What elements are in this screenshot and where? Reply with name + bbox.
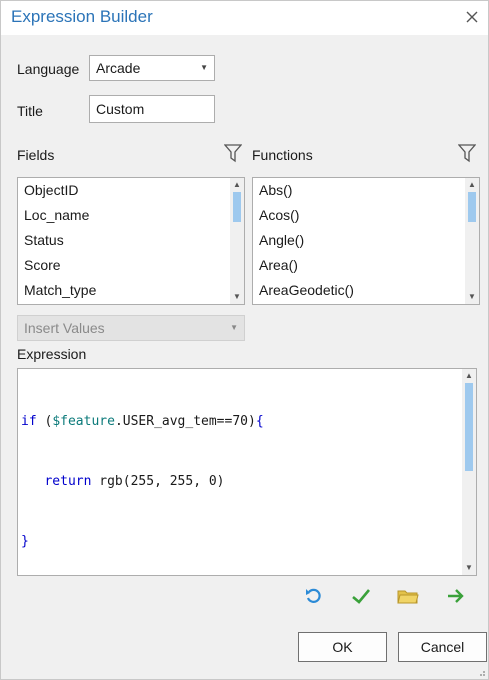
fields-list[interactable]: ObjectID Loc_name Status Score Match_typ… [17, 177, 245, 305]
code-line: if ($feature.USER_avg_tem==70){ [21, 414, 264, 429]
field-item[interactable]: Match_type [18, 278, 244, 303]
expression-builder-dialog: Expression Builder Language Arcade ▼ Tit… [0, 0, 489, 680]
functions-filter-button[interactable] [457, 143, 477, 163]
filter-icon [223, 144, 243, 163]
chevron-down-icon: ▼ [200, 63, 208, 72]
expression-scroll-thumb[interactable] [465, 383, 473, 471]
code-line: return rgb(255, 255, 0) [44, 474, 225, 489]
chevron-down-icon: ▼ [230, 323, 238, 332]
verify-button[interactable] [350, 585, 372, 607]
functions-label: Functions [252, 147, 313, 163]
scroll-down-icon[interactable]: ▼ [230, 290, 244, 304]
language-value: Arcade [96, 60, 141, 76]
scroll-down-icon[interactable]: ▼ [462, 561, 476, 575]
functions-scrollbar[interactable]: ▲ ▼ [465, 178, 479, 304]
expression-label: Expression [17, 346, 87, 362]
fields-scroll-thumb[interactable] [233, 192, 241, 222]
language-label: Language [17, 61, 80, 77]
title-bar: Expression Builder [1, 1, 488, 35]
title-input-value: Custom [96, 101, 145, 117]
fields-label: Fields [17, 147, 55, 163]
scroll-up-icon[interactable]: ▲ [230, 178, 244, 192]
functions-scroll-thumb[interactable] [468, 192, 476, 222]
function-item[interactable]: Acos() [253, 203, 479, 228]
language-select[interactable]: Arcade ▼ [89, 55, 215, 81]
field-item[interactable]: Score [18, 253, 244, 278]
function-item[interactable]: Abs() [253, 178, 479, 203]
ok-button[interactable]: OK [298, 632, 387, 662]
functions-list[interactable]: Abs() Acos() Angle() Area() AreaGeodetic… [252, 177, 480, 305]
scroll-up-icon[interactable]: ▲ [462, 369, 476, 383]
checkmark-icon [352, 589, 370, 604]
arrow-right-icon [448, 589, 464, 603]
function-item[interactable]: Area() [253, 253, 479, 278]
dialog-title: Expression Builder [11, 7, 153, 26]
expression-editor[interactable]: if ($feature.USER_avg_tem==70){ return r… [17, 368, 477, 576]
undo-button[interactable] [303, 585, 325, 607]
fields-filter-button[interactable] [223, 143, 243, 163]
fields-scrollbar[interactable]: ▲ ▼ [230, 178, 244, 304]
resize-grip-icon[interactable] [476, 667, 486, 677]
insert-values-label: Insert Values [24, 320, 105, 336]
field-item[interactable]: ObjectID [18, 178, 244, 203]
close-button[interactable] [462, 7, 482, 27]
scroll-down-icon[interactable]: ▼ [465, 290, 479, 304]
title-input[interactable]: Custom [89, 95, 215, 123]
open-button[interactable] [397, 585, 419, 607]
cancel-button[interactable]: Cancel [398, 632, 487, 662]
function-item[interactable]: Angle() [253, 228, 479, 253]
field-item[interactable]: Loc_name [18, 203, 244, 228]
undo-icon [306, 588, 321, 603]
code-line: } [21, 534, 29, 549]
title-label: Title [17, 103, 43, 119]
function-item[interactable]: AreaGeodetic() [253, 278, 479, 303]
expression-scrollbar[interactable]: ▲ ▼ [462, 369, 476, 575]
folder-icon [397, 590, 419, 604]
field-item[interactable]: Status [18, 228, 244, 253]
code-area[interactable]: if ($feature.USER_avg_tem==70){ return r… [21, 372, 264, 575]
scroll-up-icon[interactable]: ▲ [465, 178, 479, 192]
close-icon [466, 11, 478, 23]
filter-icon [457, 144, 477, 163]
insert-values-dropdown: Insert Values ▼ [17, 315, 245, 341]
run-button[interactable] [445, 585, 467, 607]
